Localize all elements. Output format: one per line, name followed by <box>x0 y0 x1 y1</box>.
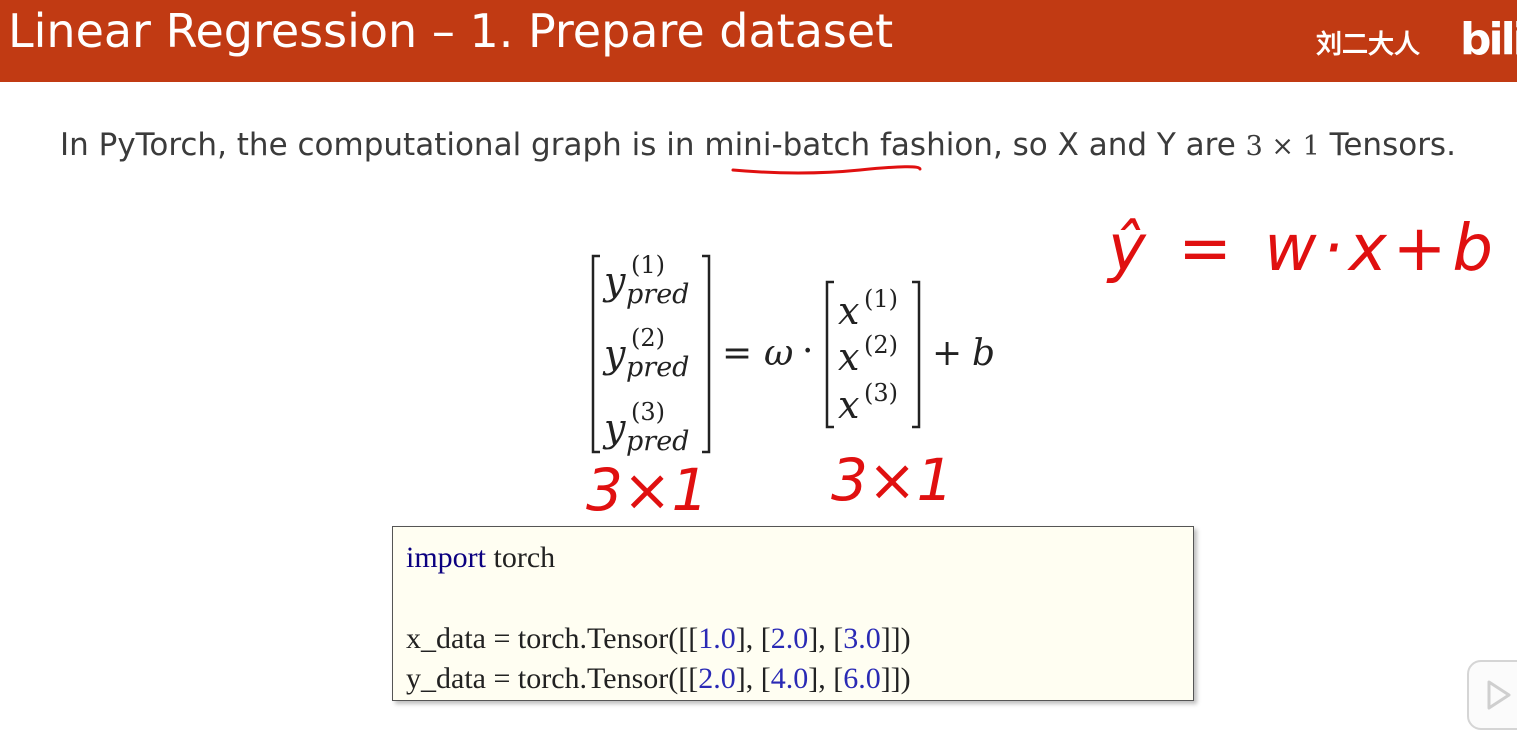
code-line-1: import torch <box>406 540 555 576</box>
play-icon <box>1487 680 1511 710</box>
rhs-entry-2-sup: (2) <box>864 331 898 359</box>
x-data-sep-2: ], [ <box>808 622 844 655</box>
y-data-end: ]]) <box>880 662 911 695</box>
x-data-sep-1: ], [ <box>735 622 771 655</box>
x-data-prefix: x_data = torch.Tensor([[ <box>406 622 699 655</box>
import-module: torch <box>486 541 556 574</box>
import-keyword: import <box>406 541 486 574</box>
y-data-sep-2: ], [ <box>808 662 844 695</box>
y-data-value-3: 6.0 <box>843 662 881 695</box>
x-data-end: ]]) <box>880 622 911 655</box>
lhs-entry-2-sub: pred <box>626 352 689 383</box>
lhs-entry-3-sup: (3) <box>631 398 665 426</box>
code-block: import torch x_data = torch.Tensor([[1.0… <box>392 526 1194 701</box>
video-play-button[interactable] <box>1467 660 1517 730</box>
rhs-left-bracket <box>825 280 834 429</box>
handwritten-rhs-shape: 3×1 <box>831 446 953 514</box>
lhs-entry-2-var: y <box>602 332 626 376</box>
lhs-left-bracket <box>591 254 600 454</box>
rhs-entry-3-var: x <box>838 383 859 427</box>
handwritten-lhs-shape: 3×1 <box>586 456 708 524</box>
plus-sign: + <box>932 333 962 374</box>
rhs-entry-2-var: x <box>838 335 859 379</box>
rhs-entry-1-var: x <box>838 289 859 333</box>
x-data-value-1: 1.0 <box>698 622 736 655</box>
handwritten-formula: ŷ = w·x+b <box>1106 212 1499 286</box>
weight-omega: ω <box>764 333 793 374</box>
y-data-prefix: y_data = torch.Tensor([[ <box>406 662 699 695</box>
code-line-x-data: x_data = torch.Tensor([[1.0], [2.0], [3.… <box>406 621 911 657</box>
lhs-entry-1-sup: (1) <box>631 251 665 279</box>
lhs-entry-3-var: y <box>602 406 626 450</box>
rhs-entry-3-sup: (3) <box>864 379 898 407</box>
code-line-y-data: y_data = torch.Tensor([[2.0], [4.0], [6.… <box>406 661 911 697</box>
rhs-entry-1-sup: (1) <box>864 285 898 313</box>
x-data-value-3: 3.0 <box>843 622 881 655</box>
lhs-entry-1-sub: pred <box>626 279 689 310</box>
lhs-entry-2-sup: (2) <box>631 324 665 352</box>
x-data-value-2: 2.0 <box>770 622 809 655</box>
y-data-value-1: 2.0 <box>698 662 736 695</box>
bias-b: b <box>972 333 995 374</box>
lhs-entry-1-var: y <box>602 259 626 303</box>
lhs-right-bracket <box>702 254 711 454</box>
y-data-value-2: 4.0 <box>770 662 809 695</box>
rhs-right-bracket <box>912 280 921 429</box>
y-data-sep-1: ], [ <box>735 662 771 695</box>
equals-sign: = <box>722 333 752 374</box>
handwritten-underline <box>731 165 922 175</box>
multiply-dot: · <box>802 331 813 372</box>
lhs-entry-3-sub: pred <box>626 426 689 457</box>
